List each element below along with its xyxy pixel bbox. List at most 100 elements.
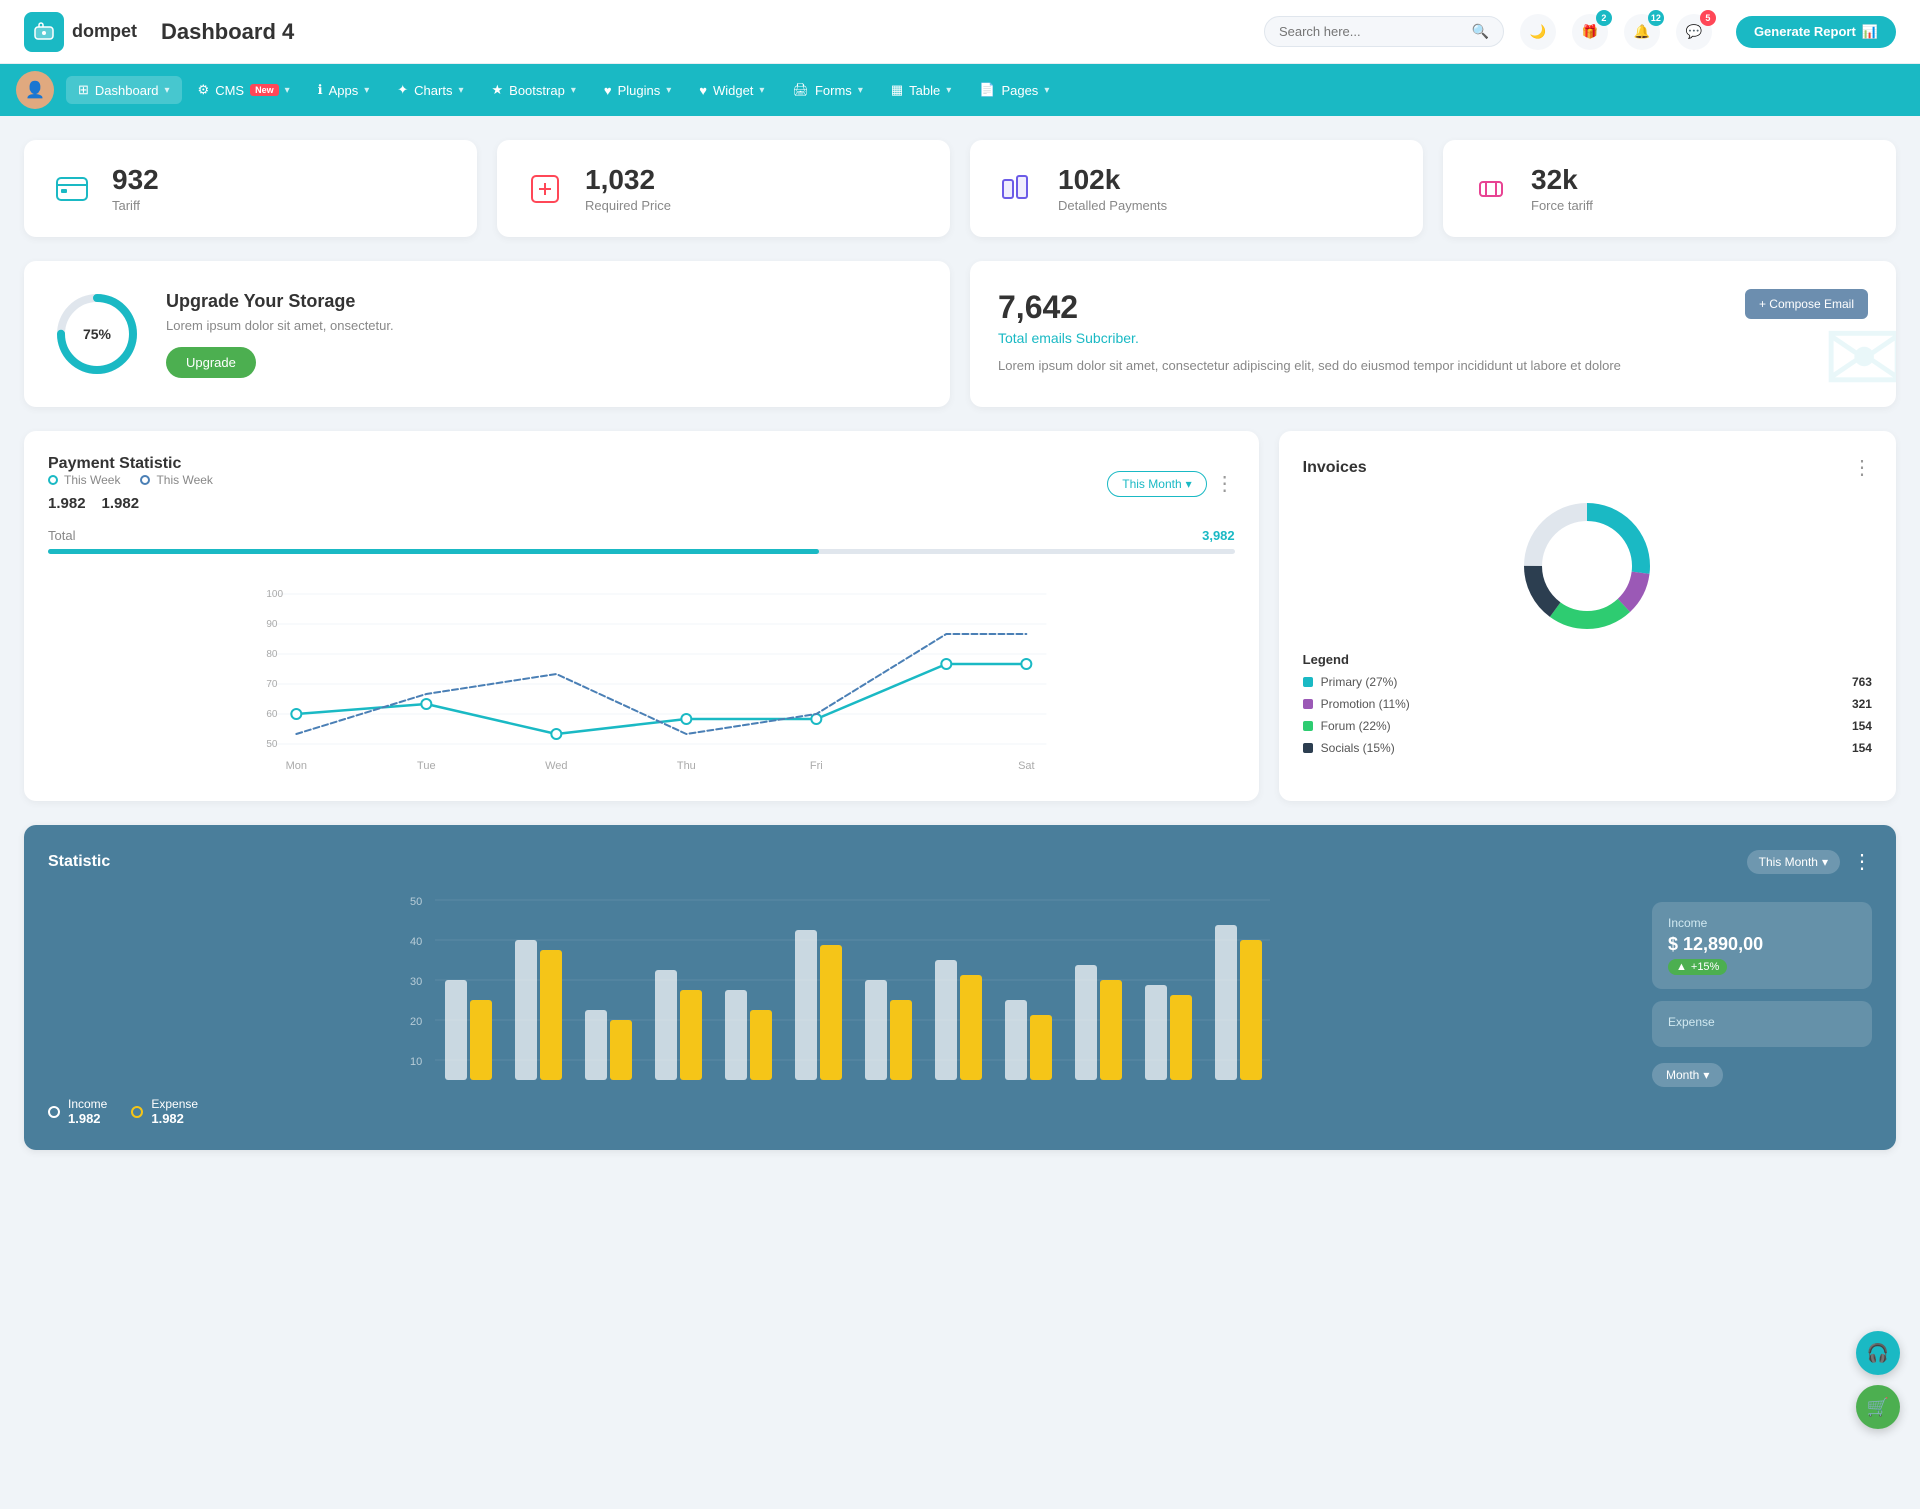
legend-row-1: Promotion (11%) 321: [1303, 697, 1872, 711]
legend-row-2: Forum (22%) 154: [1303, 719, 1872, 733]
nav-item-widget[interactable]: ♥ Widget ▾: [687, 77, 776, 104]
nav-item-apps[interactable]: ℹ Apps ▾: [306, 76, 382, 104]
svg-text:50: 50: [266, 739, 278, 750]
svg-text:10: 10: [410, 1056, 422, 1068]
stat-card-price: 1,032 Required Price: [497, 140, 950, 237]
payment-left: Payment Statistic This Week This Week 1.…: [48, 455, 213, 512]
statistic-title: Statistic: [48, 853, 110, 871]
legend-val-0: 1.982: [48, 495, 86, 512]
legend-row-3: Socials (15%) 154: [1303, 741, 1872, 755]
payment-title: Payment Statistic: [48, 455, 213, 473]
expense-legend-val: 1.982: [151, 1111, 198, 1126]
income-legend-item: Income 1.982: [48, 1097, 107, 1126]
nav-item-plugins[interactable]: ♥ Plugins ▾: [592, 77, 683, 104]
upgrade-button[interactable]: Upgrade: [166, 347, 256, 378]
search-icon: 🔍: [1472, 23, 1489, 40]
search-bar[interactable]: 🔍: [1264, 16, 1504, 47]
statistic-filter-chevron: ▾: [1822, 855, 1828, 869]
svg-text:Mon: Mon: [286, 760, 307, 772]
bar-chart-svg: 50 40 30 20 10: [48, 890, 1632, 1090]
legend-sq-1: [1303, 699, 1313, 709]
bar-chart-container: 50 40 30 20 10: [48, 890, 1632, 1126]
stat-card-payments: 102k Detalled Payments: [970, 140, 1423, 237]
filter-button[interactable]: This Month ▾: [1107, 471, 1206, 497]
income-box: Income $ 12,890,00 ▲ +15%: [1652, 902, 1872, 989]
statistic-more-button[interactable]: ⋮: [1852, 849, 1872, 874]
stat-label-force: Force tariff: [1531, 198, 1593, 213]
svg-text:20: 20: [410, 1016, 422, 1028]
filter-label: This Month: [1122, 477, 1181, 491]
legend-item-1: This Week: [140, 473, 212, 487]
invoices-more-button[interactable]: ⋮: [1852, 455, 1872, 480]
nav-item-dashboard[interactable]: ⊞ Dashboard ▾: [66, 76, 182, 104]
more-button[interactable]: ⋮: [1215, 471, 1235, 496]
bar-chart-icon: 📊: [1862, 24, 1878, 40]
nav-item-cms[interactable]: ⚙ CMS New ▾: [186, 76, 302, 104]
statistic-legend: Income 1.982 Expense 1.982: [48, 1097, 1632, 1126]
nav-item-bootstrap[interactable]: ★ Bootstrap ▾: [480, 76, 588, 104]
legend-values: 1.982 1.982: [48, 495, 213, 512]
stat-label-tariff: Tariff: [112, 198, 159, 213]
expense-legend-circle: [131, 1106, 143, 1118]
generate-report-button[interactable]: Generate Report 📊: [1736, 16, 1896, 48]
legend-sq-0: [1303, 677, 1313, 687]
statistic-filter-button[interactable]: This Month ▾: [1747, 850, 1840, 874]
gift-btn[interactable]: 🎁 2: [1572, 14, 1608, 50]
nav-item-charts[interactable]: ✦ Charts ▾: [385, 76, 475, 104]
email-count: 7,642: [998, 289, 1868, 326]
nav-label-pages: Pages: [1001, 83, 1038, 98]
moon-btn[interactable]: 🌙: [1520, 14, 1556, 50]
bootstrap-chevron: ▾: [571, 85, 576, 96]
svg-text:70: 70: [266, 679, 278, 690]
storage-title: Upgrade Your Storage: [166, 291, 394, 312]
stat-value-price: 1,032: [585, 164, 671, 196]
nav-label-plugins: Plugins: [618, 83, 661, 98]
nav-item-table[interactable]: ▦ Table ▾: [879, 76, 963, 104]
email-description: Lorem ipsum dolor sit amet, consectetur …: [998, 356, 1868, 376]
stat-card-tariff: 932 Tariff: [24, 140, 477, 237]
bell-badge: 12: [1648, 10, 1664, 26]
logo: dompet: [24, 12, 137, 52]
stat-info-force: 32k Force tariff: [1531, 164, 1593, 213]
nav-item-pages[interactable]: 📄 Pages ▾: [967, 76, 1061, 104]
search-input[interactable]: [1279, 24, 1464, 39]
fab-support-button[interactable]: 🎧: [1856, 1331, 1900, 1375]
main-content: 932 Tariff 1,032 Required Price 102k Det…: [0, 116, 1920, 1174]
total-row: Total 3,982: [48, 528, 1235, 543]
fab-cart-button[interactable]: 🛒: [1856, 1385, 1900, 1429]
legend-row-label-0: Primary (27%): [1321, 675, 1844, 689]
stat-info-price: 1,032 Required Price: [585, 164, 671, 213]
nav-label-forms: Forms: [815, 83, 852, 98]
total-label: Total: [48, 528, 75, 543]
chat-btn[interactable]: 💬 5: [1676, 14, 1712, 50]
table-icon: ▦: [891, 82, 903, 98]
line-chart-wrapper: 100 90 80 70 60 50: [48, 570, 1235, 777]
gift-badge: 2: [1596, 10, 1612, 26]
header-icons: 🌙 🎁 2 🔔 12 💬 5 Generate Report 📊: [1520, 14, 1896, 50]
month-filter-button[interactable]: Month ▾: [1652, 1063, 1723, 1087]
cms-badge: New: [250, 84, 279, 96]
legend-sq-2: [1303, 721, 1313, 731]
storage-percent: 75%: [83, 326, 111, 342]
storage-donut: 75%: [52, 289, 142, 379]
expense-legend-item: Expense 1.982: [131, 1097, 198, 1126]
payment-filter: This Month ▾ ⋮: [1107, 471, 1234, 497]
charts-chevron: ▾: [458, 85, 463, 96]
cart-icon: 🛒: [1867, 1397, 1889, 1418]
legend-label-0: This Week: [64, 473, 120, 487]
stat-value-tariff: 932: [112, 164, 159, 196]
legend-row-label-2: Forum (22%): [1321, 719, 1844, 733]
legend-dot-teal: [48, 475, 58, 485]
income-box-label: Income: [1668, 916, 1856, 930]
nav-avatar: 👤: [16, 71, 54, 109]
header: dompet Dashboard 4 🔍 🌙 🎁 2 🔔 12 💬 5 Gene…: [0, 0, 1920, 64]
statistic-card: Statistic This Month ▾ ⋮ 50 40 30 20 10: [24, 825, 1896, 1150]
table-chevron: ▾: [946, 85, 951, 96]
legend-heading: Legend: [1303, 652, 1872, 667]
chat-badge: 5: [1700, 10, 1716, 26]
bell-btn[interactable]: 🔔 12: [1624, 14, 1660, 50]
progress-bar: [48, 549, 1235, 554]
stat-info-tariff: 932 Tariff: [112, 164, 159, 213]
nav-item-forms[interactable]: 🖨 Forms ▾: [780, 76, 874, 104]
filter-chevron: ▾: [1186, 477, 1192, 491]
